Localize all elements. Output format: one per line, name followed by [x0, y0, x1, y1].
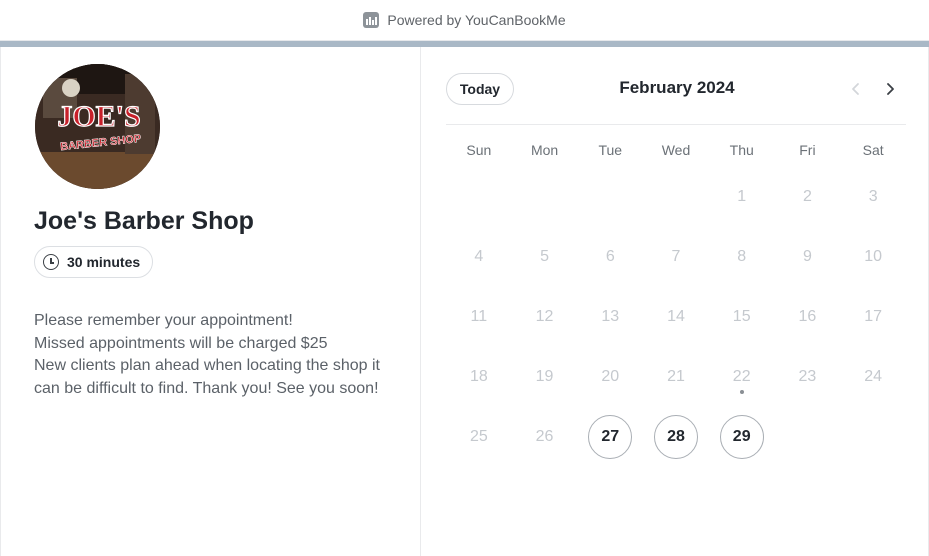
weekday-label: Sun — [466, 142, 492, 158]
chevron-left-icon[interactable] — [844, 77, 868, 101]
day-number: 26 — [535, 428, 554, 445]
calendar-day-available[interactable]: 29 — [709, 407, 775, 467]
calendar-day: 17 — [840, 287, 906, 347]
day-number: 8 — [737, 248, 747, 265]
calendar-day: 4 — [446, 227, 512, 287]
profile-panel: JOE'S BARBER SHOP Joe's Barber Shop 30 m… — [1, 47, 421, 556]
calendar-blank-cell — [446, 167, 512, 227]
calendar-day: 23 — [775, 347, 841, 407]
day-number: 25 — [469, 428, 488, 445]
calendar-day: 1 — [709, 167, 775, 227]
calendar-day: 13 — [577, 287, 643, 347]
weekday-label: Thu — [729, 142, 754, 158]
calendar-blank-cell — [577, 167, 643, 227]
day-number: 10 — [864, 248, 883, 265]
day-circle[interactable]: 29 — [719, 415, 764, 459]
youcanbookme-logo-icon — [363, 12, 380, 28]
day-number: 24 — [864, 368, 883, 385]
description-line: Missed appointments will be charged $25 — [34, 334, 328, 352]
calendar-day: 20 — [577, 347, 643, 407]
calendar-day: 24 — [840, 347, 906, 407]
calendar-day: 19 — [512, 347, 578, 407]
day-number: 20 — [601, 368, 620, 385]
day-circle[interactable]: 27 — [588, 415, 633, 459]
calendar-day: 7 — [643, 227, 709, 287]
day-number: 17 — [864, 308, 883, 325]
day-number: 6 — [605, 248, 615, 265]
chevron-right-icon[interactable] — [878, 77, 902, 101]
calendar-day: 6 — [577, 227, 643, 287]
description-line: New clients plan ahead when locating the… — [34, 357, 380, 397]
calendar-day: 12 — [512, 287, 578, 347]
calendar-day: 25 — [446, 407, 512, 467]
day-number: 18 — [469, 368, 488, 385]
day-number: 9 — [802, 248, 812, 265]
description-line: Please remember your appointment! — [34, 312, 293, 329]
day-number: 4 — [474, 248, 484, 265]
calendar-day: 15 — [709, 287, 775, 347]
logo-text-joes: JOE'S — [57, 100, 140, 133]
calendar-day-available[interactable]: 27 — [577, 407, 643, 467]
calendar-day: 11 — [446, 287, 512, 347]
weekday-header: Sun Mon Tue Wed Thu Fri Sat — [446, 137, 906, 163]
weekday-label: Wed — [661, 142, 691, 158]
calendar-day: 2 — [775, 167, 841, 227]
booking-card: JOE'S BARBER SHOP Joe's Barber Shop 30 m… — [0, 47, 929, 556]
calendar-blank-cell — [512, 167, 578, 227]
calendar-day: 22 — [709, 347, 775, 407]
day-number: 14 — [667, 308, 685, 325]
calendar-day: 8 — [709, 227, 775, 287]
calendar-day: 10 — [840, 227, 906, 287]
day-number: 11 — [470, 308, 488, 325]
day-number: 13 — [601, 308, 620, 325]
calendar-day: 9 — [775, 227, 841, 287]
barber-shop-photo: JOE'S BARBER SHOP — [35, 64, 160, 189]
calendar-day: 21 — [643, 347, 709, 407]
divider — [446, 124, 906, 125]
days-grid: 1 2 3 4 5 6 7 8 9 10 11 12 13 14 15 16 17 18 19 20 21 22 23 24 2… — [446, 167, 906, 467]
today-indicator-dot — [739, 390, 744, 394]
calendar-day: 16 — [775, 287, 841, 347]
duration-label: 30 minutes — [67, 254, 141, 270]
day-circle[interactable]: 28 — [653, 415, 698, 459]
calendar-blank-cell — [643, 167, 709, 227]
duration-badge: 30 minutes — [34, 246, 154, 278]
today-button[interactable]: Today — [446, 73, 514, 105]
day-number: 16 — [798, 308, 817, 325]
day-number: 12 — [535, 308, 554, 325]
description: Please remember your appointment! Missed… — [34, 310, 394, 400]
day-number: 21 — [667, 368, 685, 385]
calendar-day: 3 — [840, 167, 906, 227]
calendar-day: 18 — [446, 347, 512, 407]
day-number: 15 — [732, 308, 751, 325]
day-number: 2 — [802, 188, 812, 205]
weekday-label: Sat — [862, 142, 884, 158]
calendar-day: 26 — [512, 407, 578, 467]
weekday-label: Fri — [799, 142, 816, 158]
day-number: 19 — [535, 368, 554, 385]
calendar-day: 14 — [643, 287, 709, 347]
month-title: February 2024 — [619, 78, 735, 97]
powered-by-link[interactable]: Powered by YouCanBookMe — [387, 12, 565, 28]
day-number: 28 — [667, 428, 685, 445]
weekday-label: Tue — [598, 142, 623, 158]
shop-name: Joe's Barber Shop — [34, 207, 254, 235]
calendar-day-available[interactable]: 28 — [643, 407, 709, 467]
top-bar: Powered by YouCanBookMe — [0, 0, 929, 41]
weekday-label: Mon — [530, 142, 559, 158]
day-number: 7 — [671, 248, 681, 265]
calendar-panel: Today February 2024 Sun Mon Tue Wed Thu … — [422, 47, 928, 556]
calendar-grid: Sun Mon Tue Wed Thu Fri Sat 1 2 3 4 5 6 7 8 9 10 1… — [446, 137, 906, 467]
day-number: 23 — [798, 368, 817, 385]
shop-logo-avatar: JOE'S BARBER SHOP — [35, 64, 160, 189]
clock-icon — [43, 254, 59, 270]
day-number: 22 — [732, 368, 751, 385]
day-number: 29 — [732, 428, 751, 445]
day-number: 5 — [540, 248, 550, 265]
day-number: 1 — [737, 188, 747, 205]
calendar-day: 5 — [512, 227, 578, 287]
day-number: 3 — [868, 188, 878, 205]
day-number: 27 — [601, 428, 620, 445]
